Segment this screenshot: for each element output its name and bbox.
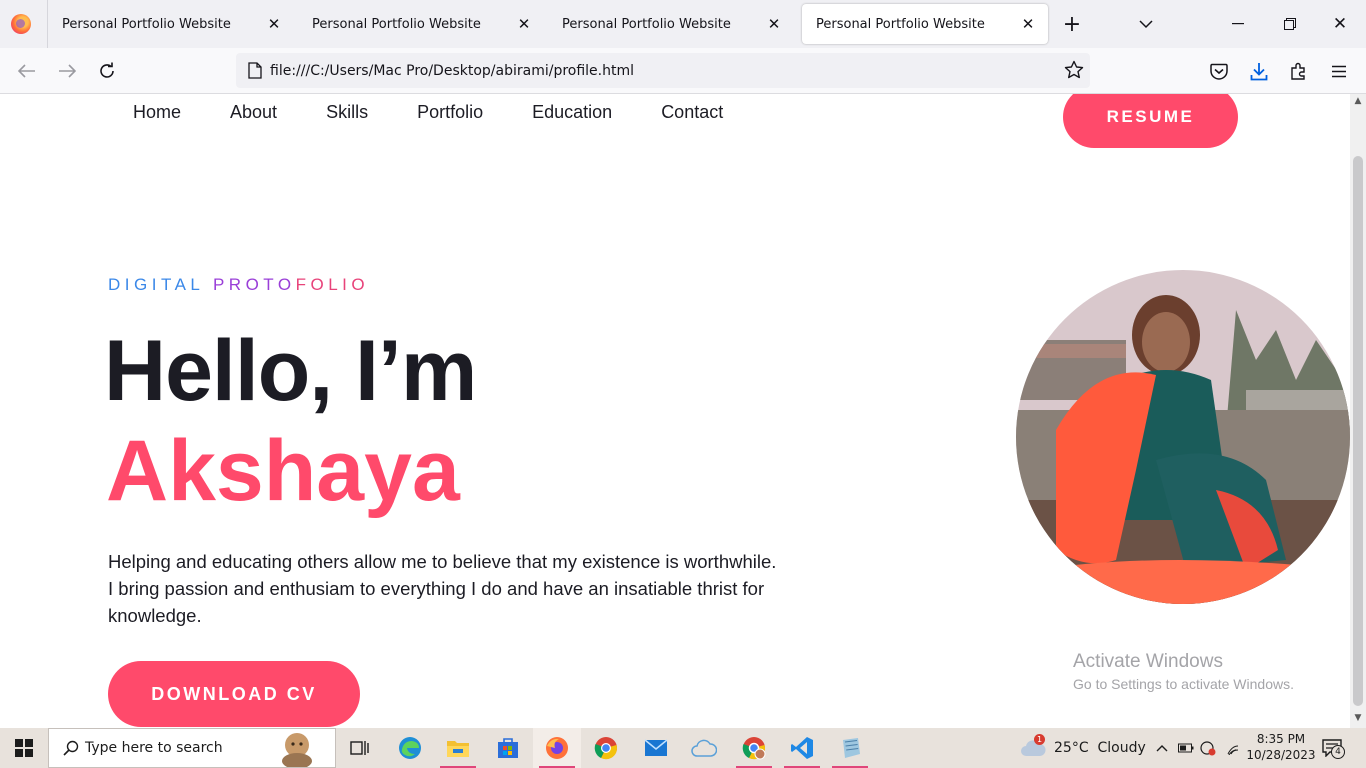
profile-photo [1016,270,1350,604]
scroll-thumb[interactable] [1353,156,1363,706]
name-heading: Akshaya [106,423,460,519]
extensions-icon[interactable] [1286,58,1312,84]
store-icon[interactable] [484,728,532,768]
tab-title: Personal Portfolio Website [816,16,985,32]
search-icon [63,740,79,756]
tagline-part: PROTO [212,275,296,294]
browser-tab[interactable]: Personal Portfolio Website ✕ [548,4,794,44]
page-scrollbar[interactable]: ▲ ▼ [1350,94,1366,728]
nav-link-education[interactable]: Education [532,102,612,123]
site-nav: Home About Skills Portfolio Education Co… [108,102,772,123]
page-icon [248,62,262,79]
nav-link-portfolio[interactable]: Portfolio [417,102,483,123]
weather-app-icon[interactable] [680,728,728,768]
window-close-icon[interactable]: ✕ [1326,10,1354,38]
tagline: DIGITAL PROTOFOLIO [108,275,369,295]
chrome-profile-icon[interactable] [730,728,778,768]
weather-widget[interactable]: 1 25°C Cloudy [1020,728,1146,768]
scroll-down-arrow-icon[interactable]: ▼ [1353,713,1363,723]
browser-toolbar: file:///C:/Users/Mac Pro/Desktop/abirami… [0,48,1366,94]
notepad-app-icon[interactable] [826,728,874,768]
browser-tab[interactable]: Personal Portfolio Website ✕ [48,4,294,44]
nav-link-about[interactable]: About [230,102,277,123]
portfolio-page: Home About Skills Portfolio Education Co… [0,94,1350,728]
chevron-up-icon[interactable] [1156,744,1168,752]
nav-link-skills[interactable]: Skills [326,102,368,123]
browser-tab-bar: Personal Portfolio Website ✕ Personal Po… [0,0,1366,48]
search-placeholder: Type here to search [85,740,223,756]
network-icon[interactable] [1224,741,1240,755]
nav-link-contact[interactable]: Contact [661,102,723,123]
tagline-part: DIGITAL [108,275,204,294]
greeting-heading: Hello, I’m [104,323,477,419]
tab-title: Personal Portfolio Website [312,16,481,32]
reload-icon[interactable] [94,58,120,84]
taskbar-search[interactable]: Type here to search [48,728,336,768]
tagline-part: FOLIO [295,275,370,294]
intro-paragraph: Helping and educating others allow me to… [108,551,777,626]
start-button[interactable] [0,728,48,768]
notification-count: 4 [1331,745,1345,759]
security-icon[interactable] [1200,740,1216,756]
clock[interactable]: 8:35 PM 10/28/2023 [1246,731,1316,763]
minimize-icon[interactable] [1224,10,1252,38]
vscode-icon[interactable] [778,728,826,768]
resume-button[interactable]: RESUME [1063,94,1238,148]
scroll-up-arrow-icon[interactable]: ▲ [1353,96,1363,106]
firefox-icon[interactable] [11,14,31,34]
weather-badge: 1 [1034,734,1045,745]
nav-link-home[interactable]: Home [133,102,181,123]
close-icon[interactable]: ✕ [762,12,786,36]
notifications-button[interactable]: 4 [1322,728,1345,768]
browser-tab-active[interactable]: Personal Portfolio Website ✕ [802,4,1048,44]
windows-taskbar: Type here to search 1 25°C Cloudy 8:35 P… [0,728,1366,768]
clock-date: 10/28/2023 [1246,748,1316,762]
tab-title: Personal Portfolio Website [62,16,231,32]
close-icon[interactable]: ✕ [262,12,286,36]
browser-tab[interactable]: Personal Portfolio Website ✕ [298,4,544,44]
new-tab-icon[interactable]: + [1058,10,1086,38]
activate-windows-watermark: Activate Windows Go to Settings to activ… [1073,651,1294,692]
tab-title: Personal Portfolio Website [562,16,731,32]
cloud-icon: 1 [1020,734,1046,757]
bookmark-star-icon[interactable] [1064,60,1084,80]
menu-icon[interactable] [1326,58,1352,84]
watermark-title: Activate Windows [1073,651,1223,672]
mail-icon[interactable] [632,728,680,768]
close-icon[interactable]: ✕ [1016,12,1040,36]
download-cv-button[interactable]: DOWNLOAD CV [108,661,360,727]
url-text: file:///C:/Users/Mac Pro/Desktop/abirami… [270,62,634,79]
forward-icon[interactable] [54,58,80,84]
file-explorer-icon[interactable] [434,728,482,768]
search-highlight-icon [277,731,317,767]
notification-icon: 4 [1322,739,1345,759]
windows-logo-icon [15,739,33,757]
back-icon[interactable] [14,58,40,84]
pocket-icon[interactable] [1206,58,1232,84]
system-tray [1156,728,1248,768]
edge-icon[interactable] [386,728,434,768]
downloads-icon[interactable] [1246,58,1272,84]
restore-icon[interactable] [1276,10,1304,38]
clock-time: 8:35 PM [1256,732,1306,746]
task-view-icon[interactable] [336,728,384,768]
close-icon[interactable]: ✕ [512,12,536,36]
taskbar-firefox-icon[interactable] [533,728,581,768]
battery-icon[interactable] [1178,743,1194,753]
chrome-icon[interactable] [582,728,630,768]
watermark-subtitle: Go to Settings to activate Windows. [1073,676,1294,692]
address-bar[interactable]: file:///C:/Users/Mac Pro/Desktop/abirami… [236,53,1090,88]
list-tabs-icon[interactable] [1134,10,1158,38]
weather-text: 25°C Cloudy [1054,740,1146,756]
